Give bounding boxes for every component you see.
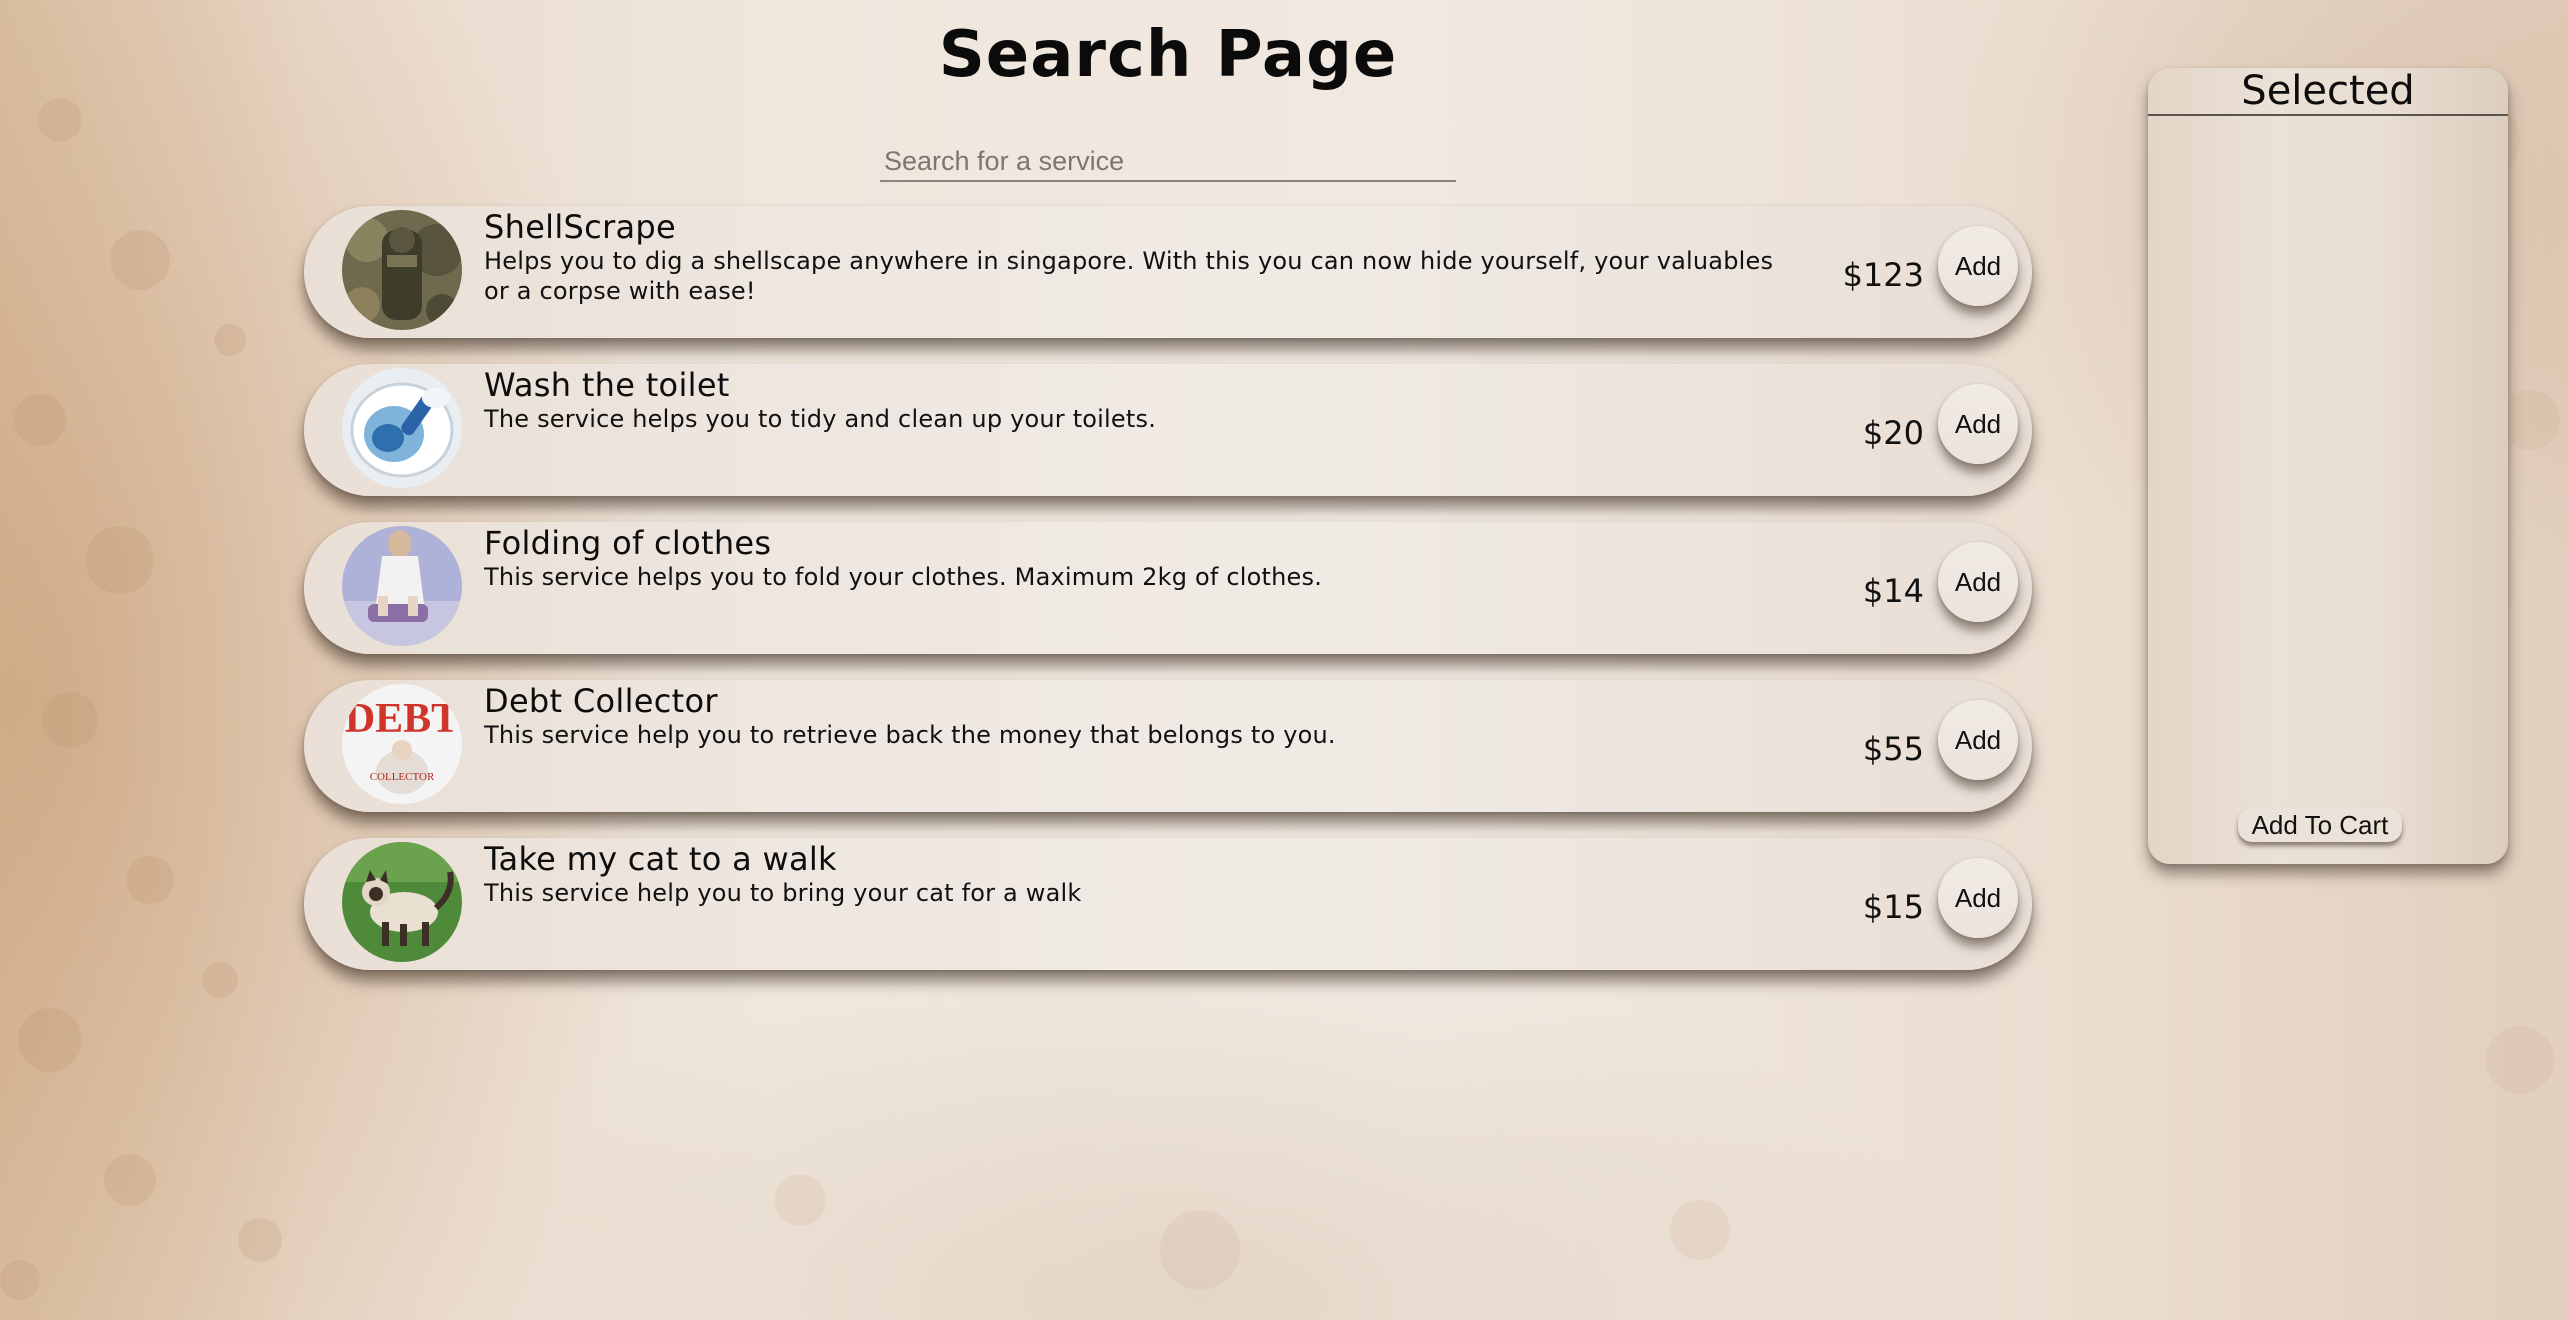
- service-description: This service helps you to fold your clot…: [484, 563, 1323, 591]
- person-folding-clothes-photo: [342, 526, 462, 646]
- service-price: $14: [1862, 572, 1924, 610]
- service-description: The service helps you to tidy and clean …: [484, 405, 1157, 433]
- service-price: $55: [1862, 730, 1924, 768]
- add-button[interactable]: Add: [1938, 542, 2018, 622]
- selected-panel: Selected Add To Cart: [2148, 68, 2508, 864]
- add-to-cart-button[interactable]: Add To Cart: [2238, 808, 2402, 842]
- debt-collector-logo-image: DEBT COLLECTOR: [342, 684, 462, 804]
- service-title: ShellScrape: [484, 208, 677, 246]
- collector-logo-text: COLLECTOR: [370, 771, 435, 783]
- debt-logo-text: DEBT: [345, 696, 459, 742]
- page-title: Search Page: [938, 18, 1398, 92]
- add-button[interactable]: Add: [1938, 384, 2018, 464]
- service-card-shellscrape: ShellScrape Helps you to dig a shellscap…: [304, 206, 2032, 338]
- service-card-debt-collector: DEBT COLLECTOR Debt Collector This servi…: [304, 680, 2032, 812]
- service-description: This service help you to bring your cat …: [484, 879, 1082, 907]
- service-price: $15: [1862, 888, 1924, 926]
- service-title: Wash the toilet: [484, 366, 730, 404]
- service-description: Helps you to dig a shellscape anywhere i…: [484, 247, 1774, 305]
- selected-title: Selected: [2148, 68, 2508, 116]
- service-description: This service help you to retrieve back t…: [484, 721, 1336, 749]
- add-button[interactable]: Add: [1938, 858, 2018, 938]
- service-card-take-my-cat-to-a-walk: Take my cat to a walk This service help …: [304, 838, 2032, 970]
- service-card-wash-the-toilet: Wash the toilet The service helps you to…: [304, 364, 2032, 496]
- service-title: Folding of clothes: [484, 524, 772, 562]
- service-price: $20: [1862, 414, 1924, 452]
- toilet-bowl-cleaning-photo: [342, 368, 462, 488]
- soldier-in-camouflage-photo: [342, 210, 462, 330]
- service-title: Take my cat to a walk: [484, 840, 837, 878]
- siamese-cat-on-grass-photo: [342, 842, 462, 962]
- service-title: Debt Collector: [484, 682, 718, 720]
- search-bar: [880, 140, 1456, 182]
- service-card-folding-of-clothes: Folding of clothes This service helps yo…: [304, 522, 2032, 654]
- service-list: ShellScrape Helps you to dig a shellscap…: [304, 206, 2032, 996]
- add-button[interactable]: Add: [1938, 226, 2018, 306]
- search-input[interactable]: [880, 140, 1456, 178]
- add-button[interactable]: Add: [1938, 700, 2018, 780]
- service-price: $123: [1842, 256, 1924, 294]
